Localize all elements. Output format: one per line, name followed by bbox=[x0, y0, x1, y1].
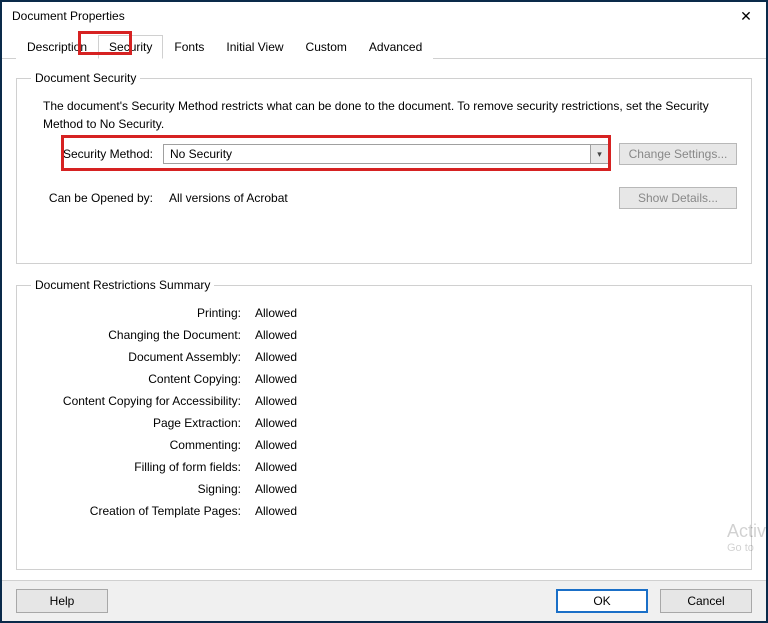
restriction-label: Signing: bbox=[41, 482, 241, 496]
restriction-label: Filling of form fields: bbox=[41, 460, 241, 474]
cancel-button[interactable]: Cancel bbox=[660, 589, 752, 613]
restriction-label: Content Copying for Accessibility: bbox=[41, 394, 241, 408]
restriction-value: Allowed bbox=[255, 306, 727, 320]
opened-by-label: Can be Opened by: bbox=[43, 191, 153, 205]
security-method-dropdown[interactable]: No Security ▾ bbox=[163, 144, 609, 164]
opened-by-row: Can be Opened by: All versions of Acroba… bbox=[31, 187, 737, 209]
restriction-label: Document Assembly: bbox=[41, 350, 241, 364]
tab-advanced[interactable]: Advanced bbox=[358, 35, 433, 59]
window-title: Document Properties bbox=[12, 9, 125, 23]
tab-strip: Description Security Fonts Initial View … bbox=[2, 30, 766, 59]
tab-custom[interactable]: Custom bbox=[295, 35, 358, 59]
security-info-text: The document's Security Method restricts… bbox=[43, 97, 737, 133]
restriction-value: Allowed bbox=[255, 482, 727, 496]
document-security-legend: Document Security bbox=[31, 71, 140, 85]
help-button[interactable]: Help bbox=[16, 589, 108, 613]
restriction-label: Changing the Document: bbox=[41, 328, 241, 342]
restriction-label: Creation of Template Pages: bbox=[41, 504, 241, 518]
restriction-value: Allowed bbox=[255, 416, 727, 430]
tab-description[interactable]: Description bbox=[16, 35, 98, 59]
button-bar: Help OK Cancel bbox=[2, 580, 766, 621]
restriction-value: Allowed bbox=[255, 438, 727, 452]
restrictions-group: Document Restrictions Summary Printing: A… bbox=[16, 278, 752, 570]
restrictions-grid: Printing: Allowed Changing the Document: Al… bbox=[31, 302, 737, 522]
change-settings-button[interactable]: Change Settings... bbox=[619, 143, 737, 165]
dialog-window: Document Properties ✕ Description Securi… bbox=[0, 0, 768, 623]
opened-by-value: All versions of Acrobat bbox=[163, 191, 609, 205]
titlebar: Document Properties ✕ bbox=[2, 2, 766, 30]
security-method-value: No Security bbox=[164, 147, 590, 161]
tab-security[interactable]: Security bbox=[98, 35, 163, 59]
restriction-label: Printing: bbox=[41, 306, 241, 320]
restriction-label: Page Extraction: bbox=[41, 416, 241, 430]
document-security-group: Document Security The document's Securit… bbox=[16, 71, 752, 264]
tab-content: Document Security The document's Securit… bbox=[2, 59, 766, 580]
restriction-label: Content Copying: bbox=[41, 372, 241, 386]
restriction-value: Allowed bbox=[255, 328, 727, 342]
security-method-row: Security Method: No Security ▾ Change Se… bbox=[31, 143, 737, 165]
restriction-value: Allowed bbox=[255, 394, 727, 408]
show-details-button[interactable]: Show Details... bbox=[619, 187, 737, 209]
chevron-down-icon: ▾ bbox=[590, 145, 608, 163]
tab-initial-view[interactable]: Initial View bbox=[215, 35, 294, 59]
close-icon[interactable]: ✕ bbox=[732, 6, 760, 26]
tab-fonts[interactable]: Fonts bbox=[163, 35, 215, 59]
restriction-value: Allowed bbox=[255, 372, 727, 386]
ok-button[interactable]: OK bbox=[556, 589, 648, 613]
security-method-label: Security Method: bbox=[43, 147, 153, 161]
restrictions-legend: Document Restrictions Summary bbox=[31, 278, 214, 292]
restriction-value: Allowed bbox=[255, 460, 727, 474]
restriction-value: Allowed bbox=[255, 504, 727, 518]
restriction-value: Allowed bbox=[255, 350, 727, 364]
restriction-label: Commenting: bbox=[41, 438, 241, 452]
